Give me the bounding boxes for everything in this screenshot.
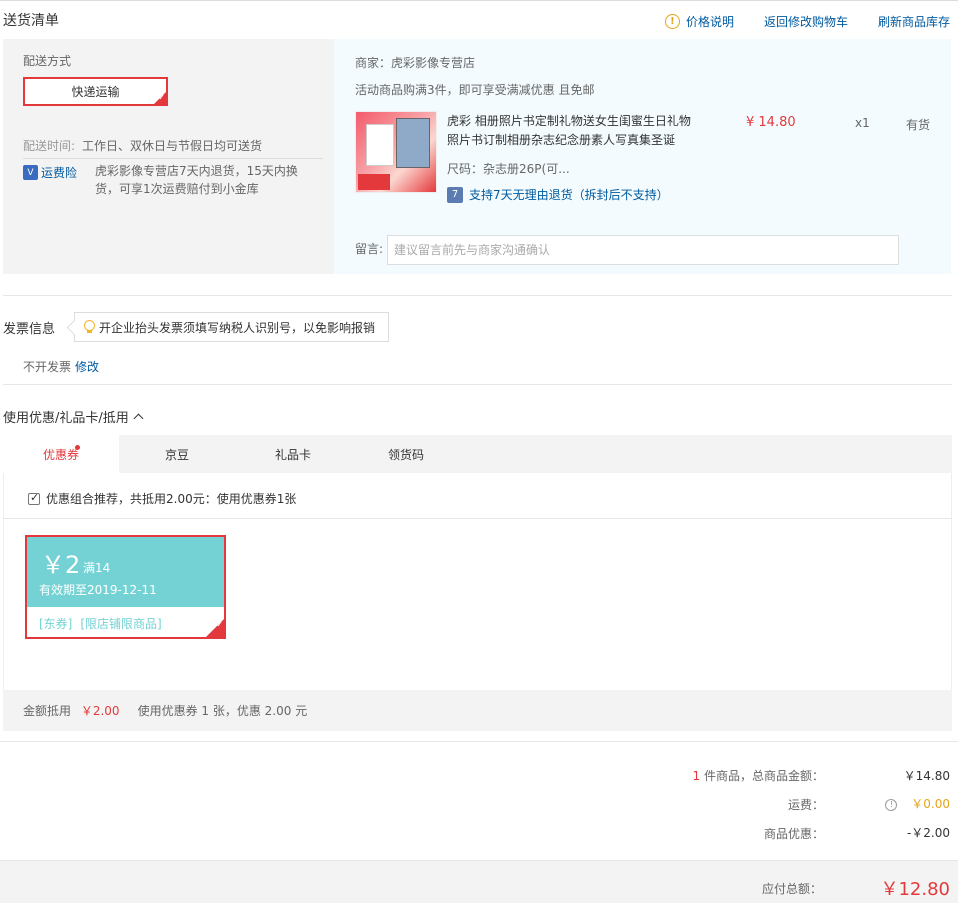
total-label: 应付总额： xyxy=(761,882,822,896)
header-links: ! 价格说明 返回修改购物车 刷新商品库存 xyxy=(664,13,950,30)
coupon-condition: 满14 xyxy=(83,561,111,575)
coupon-tag: [东券] xyxy=(39,617,73,631)
invoice-edit-link[interactable]: 修改 xyxy=(75,358,99,375)
tab-gift-card-label: 礼品卡 xyxy=(274,447,311,462)
price-info-link[interactable]: ! 价格说明 xyxy=(664,13,734,30)
tab-jingdou-label: 京豆 xyxy=(164,447,189,462)
discount-label: 金额抵用 xyxy=(23,704,72,718)
product-quantity: x1 xyxy=(855,116,870,130)
freight-label: 运费： xyxy=(787,798,824,812)
invoice-tip-text: 开企业抬头发票须填写纳税人识别号，以免影响报销 xyxy=(99,320,376,335)
tab-pickup-code-label: 领货码 xyxy=(387,447,424,462)
lightbulb-icon xyxy=(83,320,95,334)
warning-icon: ! xyxy=(664,14,680,29)
shipping-method-label: 配送方式 xyxy=(23,54,72,68)
freight-value-group: ! ￥0.00 xyxy=(885,795,950,812)
tab-jingdou[interactable]: 京豆 xyxy=(119,435,235,473)
section-divider xyxy=(0,741,958,742)
combo-recommend-row[interactable]: 优惠组合推荐，共抵用2.00元：使用优惠券1张 xyxy=(28,490,296,507)
invoice-title: 发票信息 xyxy=(3,322,56,337)
coupon-card[interactable]: ￥2 满14 有效期至2019-12-11 [东券] [限店铺限商品] xyxy=(25,535,226,639)
product-discount-label: 商品优惠： xyxy=(763,827,824,841)
section-divider xyxy=(3,384,952,385)
info-icon[interactable]: ! xyxy=(885,798,898,811)
coupon-expiry: 有效期至2019-12-11 xyxy=(39,583,157,597)
discount-summary-bar: 金额抵用 ￥2.00 使用优惠券 1 张，优惠 2.00 元 xyxy=(3,690,952,731)
promo-text: 活动商品购满3件，即可享受满减优惠 且免邮 xyxy=(355,83,595,97)
product-spec: 尺码：杂志册26P(可... xyxy=(447,162,570,176)
freight-insurance-badge[interactable]: V 运费险 xyxy=(23,164,77,181)
notification-dot xyxy=(75,445,80,450)
chevron-up-icon xyxy=(133,413,144,424)
delivery-time-value: 工作日、双休日与节假日均可送货 xyxy=(82,139,263,153)
goods-total-value: ￥14.80 xyxy=(903,769,950,783)
coupon-card-header: ￥2 满14 有效期至2019-12-11 xyxy=(27,537,224,607)
coupon-tags: [东券] [限店铺限商品] xyxy=(39,615,162,632)
header-divider xyxy=(0,0,958,1)
coupon-tag: [限店铺限商品] xyxy=(80,617,162,631)
product-stock-status: 有货 xyxy=(906,118,931,132)
goods-total-label-text: 件商品，总商品金额： xyxy=(703,769,824,783)
combo-divider xyxy=(3,518,952,519)
tab-pickup-code[interactable]: 领货码 xyxy=(351,435,461,473)
remark-input[interactable] xyxy=(387,235,899,265)
back-to-cart-link[interactable]: 返回修改购物车 xyxy=(764,13,848,30)
freight-value: ￥0.00 xyxy=(911,797,950,811)
discount-amount: ￥2.00 xyxy=(80,704,120,718)
total-value: ￥12.80 xyxy=(880,879,950,900)
delivery-time-label: 配送时间: xyxy=(23,139,76,153)
product-title[interactable]: 虎彩 相册照片书定制礼物送女生闺蜜生日礼物照片书订制相册杂志纪念册素人写真集圣诞 xyxy=(447,112,697,150)
shipping-divider xyxy=(23,158,323,159)
shipping-method-option[interactable]: 快递运输 xyxy=(23,77,168,106)
combo-text: 优惠组合推荐，共抵用2.00元：使用优惠券1张 xyxy=(46,492,297,506)
discount-detail: 使用优惠券 1 张，优惠 2.00 元 xyxy=(137,704,308,718)
selected-check-icon xyxy=(206,619,224,637)
section-divider xyxy=(3,295,952,296)
price-info-label[interactable]: 价格说明 xyxy=(686,13,734,30)
tab-gift-card[interactable]: 礼品卡 xyxy=(235,435,351,473)
shipping-method-text: 快递运输 xyxy=(71,85,120,99)
seven-day-return-icon: 7 xyxy=(447,186,463,203)
discount-label-group: 金额抵用 ￥2.00 xyxy=(23,702,120,719)
shield-icon: V xyxy=(23,165,38,180)
shipping-panel xyxy=(3,39,334,274)
return-policy: 7 支持7天无理由退货（拆封后不支持） xyxy=(447,186,669,203)
return-policy-text: 支持7天无理由退货（拆封后不支持） xyxy=(469,188,669,202)
coupon-amount: ￥2 xyxy=(41,551,81,579)
combo-checkbox[interactable] xyxy=(28,491,40,505)
invoice-status: 不开发票 xyxy=(23,360,72,374)
freight-insurance-desc: 虎彩影像专营店7天内退货，15天内换货，可享1次运费赔付到小金库 xyxy=(95,164,298,196)
tab-coupons[interactable]: 优惠券 xyxy=(3,435,119,473)
refresh-stock-link[interactable]: 刷新商品库存 xyxy=(878,13,950,30)
coupon-section-toggle[interactable]: 使用优惠/礼品卡/抵用 xyxy=(3,407,144,426)
item-count: 1 xyxy=(692,769,701,783)
tab-coupons-label: 优惠券 xyxy=(42,447,79,462)
goods-total-label: 1 件商品，总商品金额： xyxy=(693,767,824,784)
freight-insurance-label: 运费险 xyxy=(41,166,78,180)
coupon-section-title: 使用优惠/礼品卡/抵用 xyxy=(3,411,129,426)
shop-name: 商家：虎彩影像专营店 xyxy=(355,56,476,70)
product-image[interactable] xyxy=(355,111,437,193)
remark-label: 留言: xyxy=(355,242,384,256)
invoice-tip: 开企业抬头发票须填写纳税人识别号，以免影响报销 xyxy=(74,312,389,342)
section-title: 送货清单 xyxy=(3,13,59,29)
selected-check-icon xyxy=(154,92,166,104)
product-discount-value: -￥2.00 xyxy=(906,826,950,840)
product-price: ¥ 14.80 xyxy=(746,115,796,130)
